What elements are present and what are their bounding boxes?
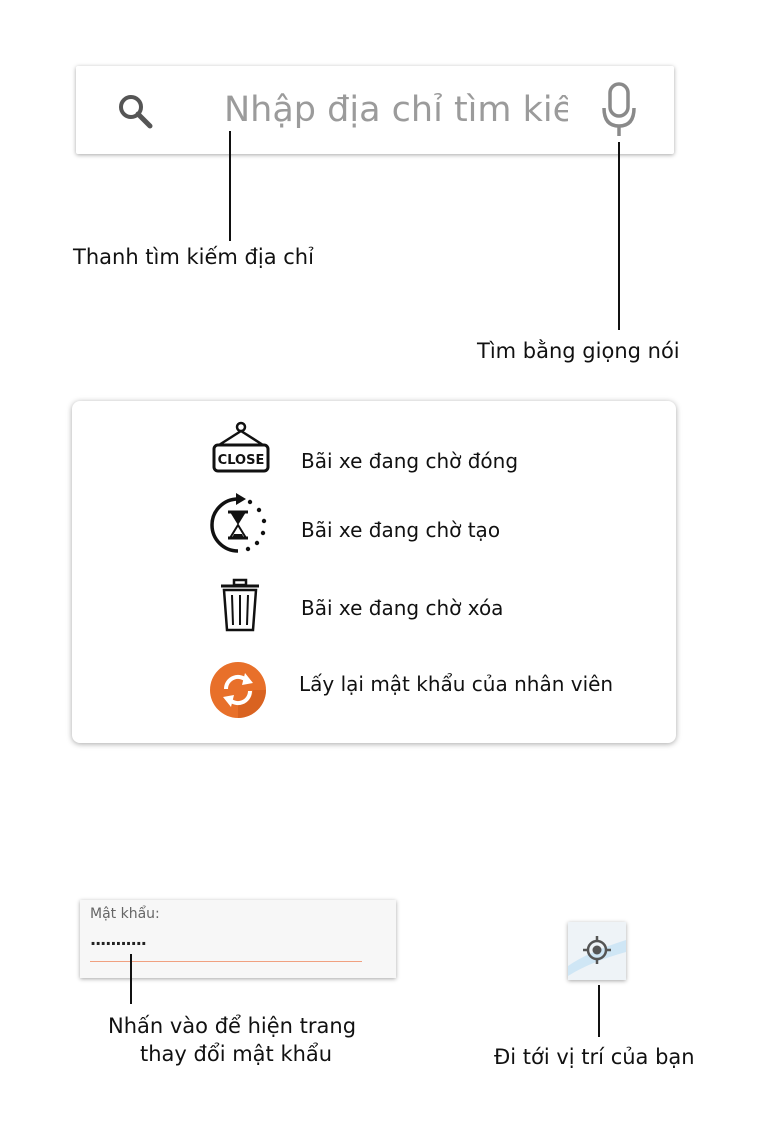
- search-input-placeholder[interactable]: Nhập địa chỉ tìm kiế: [224, 88, 568, 132]
- password-caption-line2: thay đổi mật khẩu: [140, 1042, 333, 1066]
- hourglass-pending-icon: [210, 493, 267, 553]
- address-search-bar[interactable]: Nhập địa chỉ tìm kiế: [76, 66, 674, 154]
- location-leader-line: [598, 985, 600, 1037]
- legend-card: CLOSE Bãi xe đang chờ đóng Bãi xe đang c…: [72, 401, 676, 743]
- legend-label-pending-delete: Bãi xe đang chờ xóa: [301, 596, 504, 620]
- password-field[interactable]: Mật khẩu: ...........: [80, 900, 396, 978]
- password-label: Mật khẩu:: [90, 906, 160, 922]
- search-bar-caption: Thanh tìm kiếm địa chỉ: [73, 245, 314, 269]
- password-leader-line: [130, 954, 132, 1004]
- legend-label-reset-password: Lấy lại mật khẩu của nhân viên: [299, 672, 614, 696]
- reset-password-icon: [210, 662, 266, 718]
- trash-icon: [221, 578, 259, 632]
- legend-label-pending-create: Bãi xe đang chờ tạo: [301, 518, 501, 542]
- password-caption-line1: Nhấn vào để hiện trang: [108, 1014, 357, 1038]
- search-bar-leader-line: [229, 131, 231, 241]
- location-caption: Đi tới vị trí của bạn: [494, 1045, 695, 1069]
- microphone-icon[interactable]: [600, 82, 638, 138]
- voice-search-leader-line: [618, 142, 620, 330]
- voice-search-caption: Tìm bằng giọng nói: [477, 339, 680, 363]
- close-sign-text: CLOSE: [218, 453, 265, 468]
- crosshair-location-icon[interactable]: [568, 922, 626, 980]
- close-sign-icon: CLOSE: [212, 421, 270, 473]
- search-icon[interactable]: [116, 92, 154, 130]
- my-location-button[interactable]: [568, 922, 626, 980]
- legend-label-pending-close: Bãi xe đang chờ đóng: [301, 449, 519, 473]
- password-value[interactable]: ...........: [90, 930, 147, 949]
